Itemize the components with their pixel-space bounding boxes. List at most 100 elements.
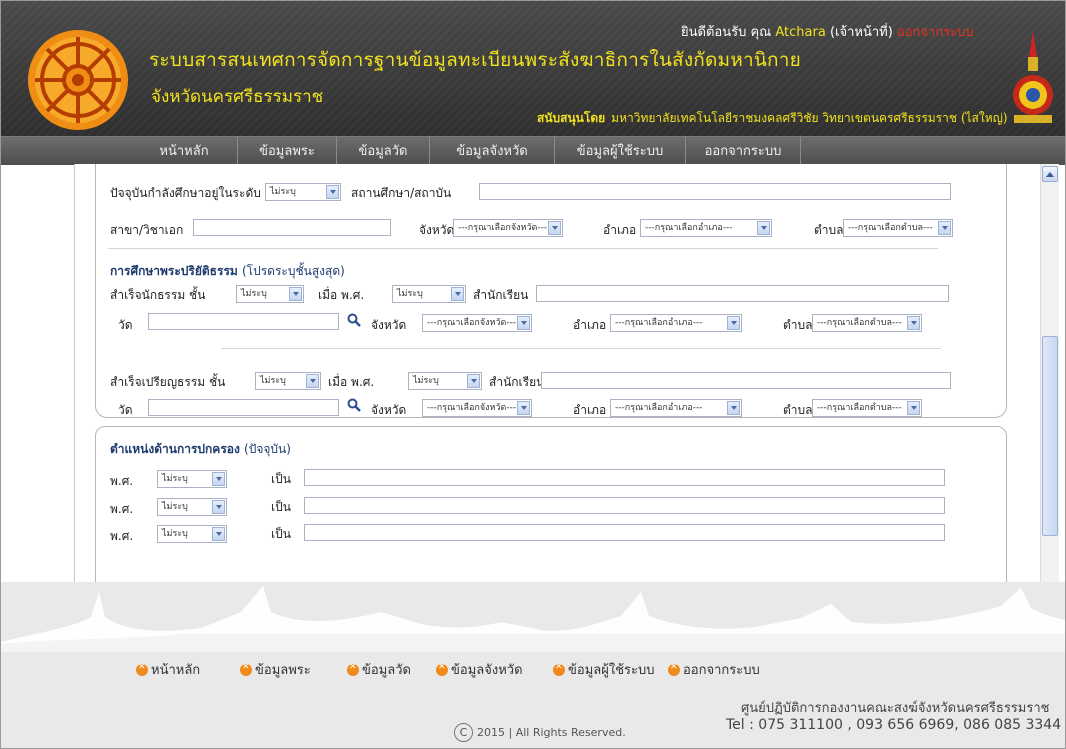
support-label: สนับสนุนโดย xyxy=(537,111,606,125)
nak-tham-year-select[interactable]: ไม่ระบุ xyxy=(392,285,466,303)
nak-tham-school-label: สำนักเรียน xyxy=(473,288,529,302)
nav-item-user-data[interactable]: ข้อมูลผู้ใช้ระบบ xyxy=(555,137,686,165)
admin-year-select[interactable]: ไม่ระบุ xyxy=(157,498,227,516)
nak-tham-district-value: ---กรุณาเลือกอำเภอ--- xyxy=(615,318,703,328)
pali-province-select[interactable]: ---กรุณาเลือกจังหวัด--- xyxy=(422,399,532,417)
chevron-down-icon xyxy=(212,500,225,514)
header-logout-link[interactable]: ออกจากระบบ xyxy=(897,25,974,40)
nav-item-home[interactable]: หน้าหลัก xyxy=(131,137,238,165)
pali-year-label: เมื่อ พ.ศ. xyxy=(328,375,375,389)
admin-position-input[interactable] xyxy=(304,497,945,514)
nak-tham-province-select[interactable]: ---กรุณาเลือกจังหวัด--- xyxy=(422,314,532,332)
site-header: ระบบสารสนเทศการจัดการฐานข้อมูลทะเบียนพระ… xyxy=(1,1,1065,136)
study-district-value: ---กรุณาเลือกอำเภอ--- xyxy=(645,223,733,233)
admin-position-input[interactable] xyxy=(304,524,945,541)
chevron-down-icon xyxy=(907,401,920,415)
study-subdistrict-label: ตำบล xyxy=(814,223,844,237)
footer-nav-province-data[interactable]: ข้อมูลจังหวัด xyxy=(436,659,523,680)
nak-tham-wat-input[interactable] xyxy=(148,313,339,330)
major-label: สาขา/วิชาเอก xyxy=(110,223,184,237)
search-icon[interactable] xyxy=(347,313,361,327)
system-title: ระบบสารสนเทศการจัดการฐานข้อมูลทะเบียนพระ… xyxy=(149,49,801,71)
search-icon[interactable] xyxy=(347,398,361,412)
admin-year-label: พ.ศ. xyxy=(110,474,134,488)
chevron-down-icon xyxy=(727,316,740,330)
bullet-icon xyxy=(136,662,148,676)
pali-wat-input[interactable] xyxy=(148,399,339,416)
nak-tham-wat-label: วัด xyxy=(118,318,133,332)
footer-nav-logout-label: ออกจากระบบ xyxy=(683,663,760,678)
dharma-wheel-logo-icon xyxy=(28,30,128,130)
footer-nav-logout[interactable]: ออกจากระบบ xyxy=(668,659,760,680)
pali-year-select[interactable]: ไม่ระบุ xyxy=(408,372,482,390)
admin-year-select[interactable]: ไม่ระบุ xyxy=(157,470,227,488)
chevron-down-icon xyxy=(289,287,302,301)
pali-district-value: ---กรุณาเลือกอำเภอ--- xyxy=(615,403,703,413)
support-org: มหาวิทยาลัยเทคโนโลยีราชมงคลศรีวิชัย วิทย… xyxy=(611,111,1008,125)
chevron-down-icon xyxy=(306,374,319,388)
nak-tham-district-select[interactable]: ---กรุณาเลือกอำเภอ--- xyxy=(610,314,742,332)
chevron-down-icon xyxy=(212,527,225,541)
nak-tham-school-input[interactable] xyxy=(536,285,949,302)
user-name: Atchara xyxy=(775,25,826,40)
bullet-icon xyxy=(240,662,252,676)
footer-organization: ศูนย์ปฏิบัติการกองงานคณะสงฆ์จังหวัดนครศร… xyxy=(741,701,1050,716)
current-study-label: ปัจจุบันกำลังศึกษาอยู่ในระดับ xyxy=(110,186,261,200)
admin-position-input[interactable] xyxy=(304,469,945,486)
nak-tham-district-label: อำเภอ xyxy=(573,318,607,332)
divider xyxy=(108,248,938,249)
bullet-icon xyxy=(436,662,448,676)
vertical-scrollbar[interactable] xyxy=(1040,164,1059,600)
study-subdistrict-select[interactable]: ---กรุณาเลือกตำบล--- xyxy=(843,219,953,237)
nak-tham-select[interactable]: ไม่ระบุ xyxy=(236,285,304,303)
study-level-select[interactable]: ไม่ระบุ xyxy=(265,183,341,201)
chevron-down-icon xyxy=(451,287,464,301)
university-crest-icon xyxy=(1013,31,1053,123)
nak-tham-value: ไม่ระบุ xyxy=(241,289,267,299)
pali-subdistrict-value: ---กรุณาเลือกตำบล--- xyxy=(817,403,902,413)
nak-tham-subdistrict-select[interactable]: ---กรุณาเลือกตำบล--- xyxy=(812,314,922,332)
admin-year-value: ไม่ระบุ xyxy=(162,529,188,539)
study-province-select[interactable]: ---กรุณาเลือกจังหวัด--- xyxy=(453,219,563,237)
admin-as-label: เป็น xyxy=(271,500,291,514)
scroll-thumb[interactable] xyxy=(1042,336,1058,536)
dharma-title-text: การศึกษาพระปริยัติธรรม xyxy=(110,264,238,278)
scroll-up-arrow-icon[interactable] xyxy=(1042,166,1058,182)
footer-nav-home[interactable]: หน้าหลัก xyxy=(136,659,200,680)
pali-province-value: ---กรุณาเลือกจังหวัด--- xyxy=(427,403,517,413)
nak-tham-year-value: ไม่ระบุ xyxy=(397,289,423,299)
nak-tham-subdistrict-label: ตำบล xyxy=(783,318,813,332)
dharma-section-title: การศึกษาพระปริยัติธรรม (โปรดระบุชั้นสูงส… xyxy=(110,262,345,281)
pali-subdistrict-label: ตำบล xyxy=(783,403,813,417)
chevron-down-icon xyxy=(548,221,561,235)
welcome-prefix: ยินดีต้อนรับ คุณ xyxy=(681,25,772,40)
welcome-text: ยินดีต้อนรับ คุณ Atchara (เจ้าหน้าที่) อ… xyxy=(681,21,974,42)
chevron-down-icon xyxy=(727,401,740,415)
admin-year-select[interactable]: ไม่ระบุ xyxy=(157,525,227,543)
nav-item-logout[interactable]: ออกจากระบบ xyxy=(686,137,801,165)
copyright-text: 2015 | All Rights Reserved. xyxy=(477,726,626,739)
footer-nav-monk-data[interactable]: ข้อมูลพระ xyxy=(240,659,311,680)
pali-subdistrict-select[interactable]: ---กรุณาเลือกตำบล--- xyxy=(812,399,922,417)
nav-item-temple-data[interactable]: ข้อมูลวัด xyxy=(337,137,430,165)
footer-nav-user-data[interactable]: ข้อมูลผู้ใช้ระบบ xyxy=(553,659,655,680)
nak-tham-label: สำเร็จนักธรรม ชั้น xyxy=(110,288,206,302)
nav-item-monk-data[interactable]: ข้อมูลพระ xyxy=(238,137,337,165)
admin-as-label: เป็น xyxy=(271,527,291,541)
support-text: สนับสนุนโดย มหาวิทยาลัยเทคโนโลยีราชมงคลศร… xyxy=(537,109,1008,128)
study-province-value: ---กรุณาเลือกจังหวัด--- xyxy=(458,223,548,233)
pali-select[interactable]: ไม่ระบุ xyxy=(255,372,321,390)
footer-nav-home-label: หน้าหลัก xyxy=(151,663,201,678)
user-role: (เจ้าหน้าที่) xyxy=(829,25,893,40)
admin-as-label: เป็น xyxy=(271,472,291,486)
system-subtitle: จังหวัดนครศรีธรรมราช xyxy=(151,87,324,107)
chevron-down-icon xyxy=(467,374,480,388)
pali-school-input[interactable] xyxy=(541,372,951,389)
study-district-select[interactable]: ---กรุณาเลือกอำเภอ--- xyxy=(640,219,772,237)
institution-input[interactable] xyxy=(479,183,951,200)
pali-district-select[interactable]: ---กรุณาเลือกอำเภอ--- xyxy=(610,399,742,417)
major-input[interactable] xyxy=(193,219,391,236)
nav-item-province-data[interactable]: ข้อมูลจังหวัด xyxy=(430,137,555,165)
footer-nav-temple-data[interactable]: ข้อมูลวัด xyxy=(347,659,411,680)
admin-year-value: ไม่ระบุ xyxy=(162,502,188,512)
